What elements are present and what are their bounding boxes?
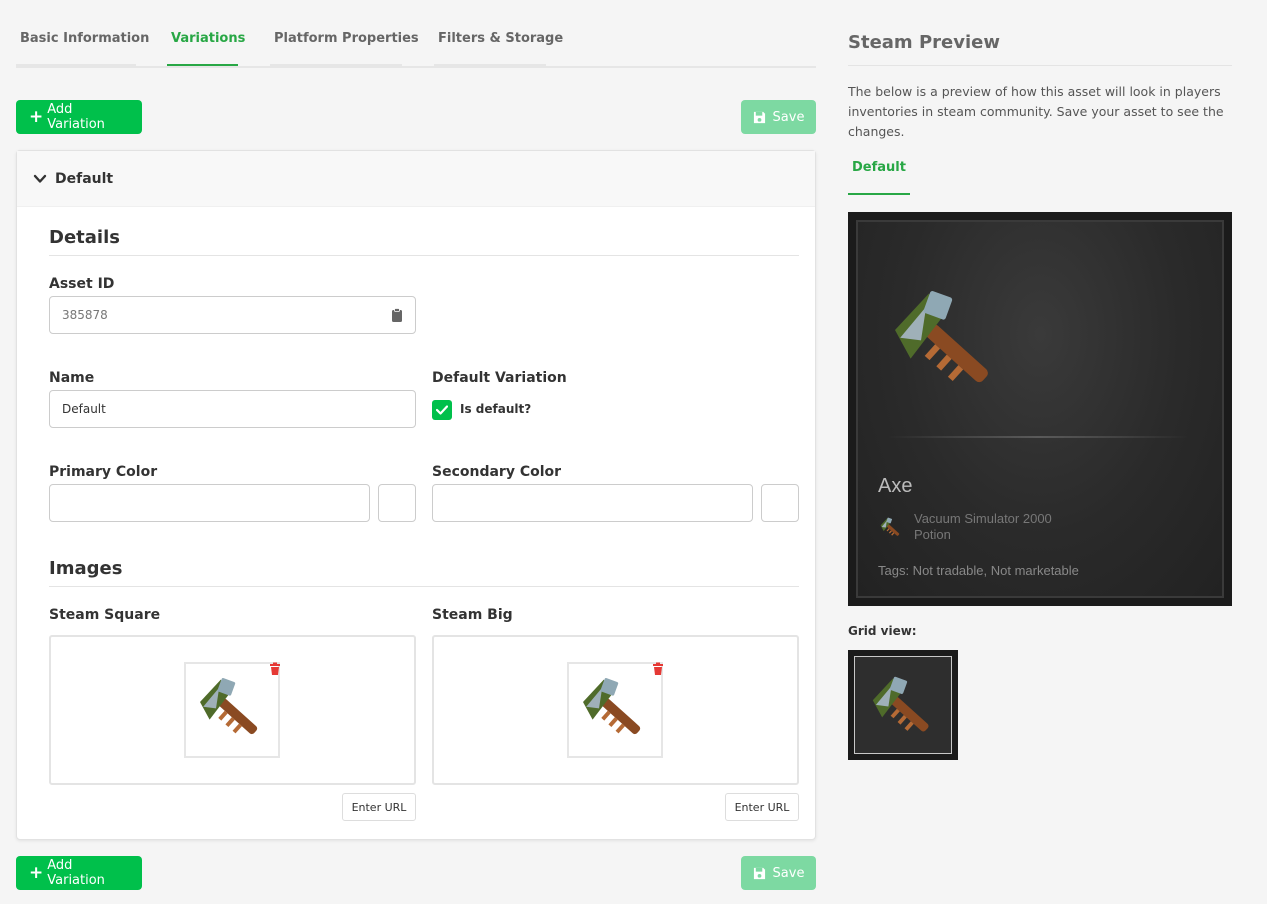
images-heading: Images [49,558,123,579]
secondary-color-swatch[interactable] [761,484,799,522]
secondary-color-input[interactable] [432,484,753,522]
asset-id-field[interactable]: 385878 [49,296,416,334]
is-default-checkbox[interactable] [432,400,452,420]
check-icon [436,405,448,415]
steam-item-frame: Axe Vacuum Simulator 2000 Potion Tags: N… [856,220,1224,598]
grid-view-label: Grid view: [848,624,917,638]
images-divider [49,586,799,587]
clipboard-icon[interactable] [391,308,403,322]
axe-icon [865,669,943,747]
steam-square-enter-url-button[interactable]: Enter URL [342,793,416,821]
trash-icon[interactable] [651,662,665,676]
tab-variations[interactable]: Variations [171,31,245,46]
primary-color-label: Primary Color [49,464,158,480]
tab-underline [434,64,546,66]
variation-header[interactable]: Default [17,151,815,207]
add-variation-button-bottom[interactable]: + Add Variation [16,856,142,890]
steam-big-enter-url-button[interactable]: Enter URL [725,793,799,821]
tab-underline [270,64,402,66]
item-type: Potion [914,527,951,542]
axe-icon [192,670,272,750]
tab-underline-active [167,64,238,66]
steam-big-thumbnail [567,662,663,758]
name-input[interactable]: Default [49,390,416,428]
save-button-bottom[interactable]: Save [741,856,816,890]
axe-icon [575,670,655,750]
game-name: Vacuum Simulator 2000 [914,511,1052,526]
save-icon [753,867,766,880]
trash-icon[interactable] [268,662,282,676]
details-heading: Details [49,227,120,248]
add-variation-button[interactable]: + Add Variation [16,100,142,134]
item-tags: Tags: Not tradable, Not marketable [878,563,1079,578]
grid-view-frame [854,656,952,754]
save-icon [753,111,766,124]
steam-separator [888,436,1188,438]
asset-id-label: Asset ID [49,276,115,292]
preview-description: The below is a preview of how this asset… [848,84,1224,139]
steam-square-label: Steam Square [49,607,161,623]
variation-card: Default Details Asset ID 385878 Name Def… [16,150,816,840]
chevron-down-icon [33,174,47,183]
default-variation-label: Default Variation [432,370,567,386]
steam-big-dropzone[interactable] [432,635,799,785]
details-divider [49,255,799,256]
tab-filters-storage[interactable]: Filters & Storage [438,31,563,46]
secondary-color-label: Secondary Color [432,464,562,480]
preview-tab-default[interactable]: Default [848,160,910,175]
plus-icon: + [29,106,44,127]
tab-basic-information[interactable]: Basic Information [20,31,149,46]
steam-item-preview: Axe Vacuum Simulator 2000 Potion Tags: N… [848,212,1232,606]
steam-square-dropzone[interactable] [49,635,416,785]
tab-platform-properties[interactable]: Platform Properties [274,31,419,46]
preview-divider [848,65,1232,66]
steam-square-thumbnail [184,662,280,758]
axe-icon [882,278,1012,408]
is-default-label: Is default? [460,402,532,416]
grid-view-item [848,650,958,760]
name-label: Name [49,370,95,386]
tab-underline [16,64,136,66]
steam-preview-title: Steam Preview [848,32,1000,53]
plus-icon: + [29,862,44,883]
steam-big-label: Steam Big [432,607,513,623]
variation-title: Default [55,170,114,187]
primary-color-swatch[interactable] [378,484,416,522]
item-name: Axe [878,475,913,497]
preview-tab-underline [848,193,910,195]
save-button[interactable]: Save [741,100,816,134]
primary-color-input[interactable] [49,484,370,522]
axe-icon [878,515,904,541]
